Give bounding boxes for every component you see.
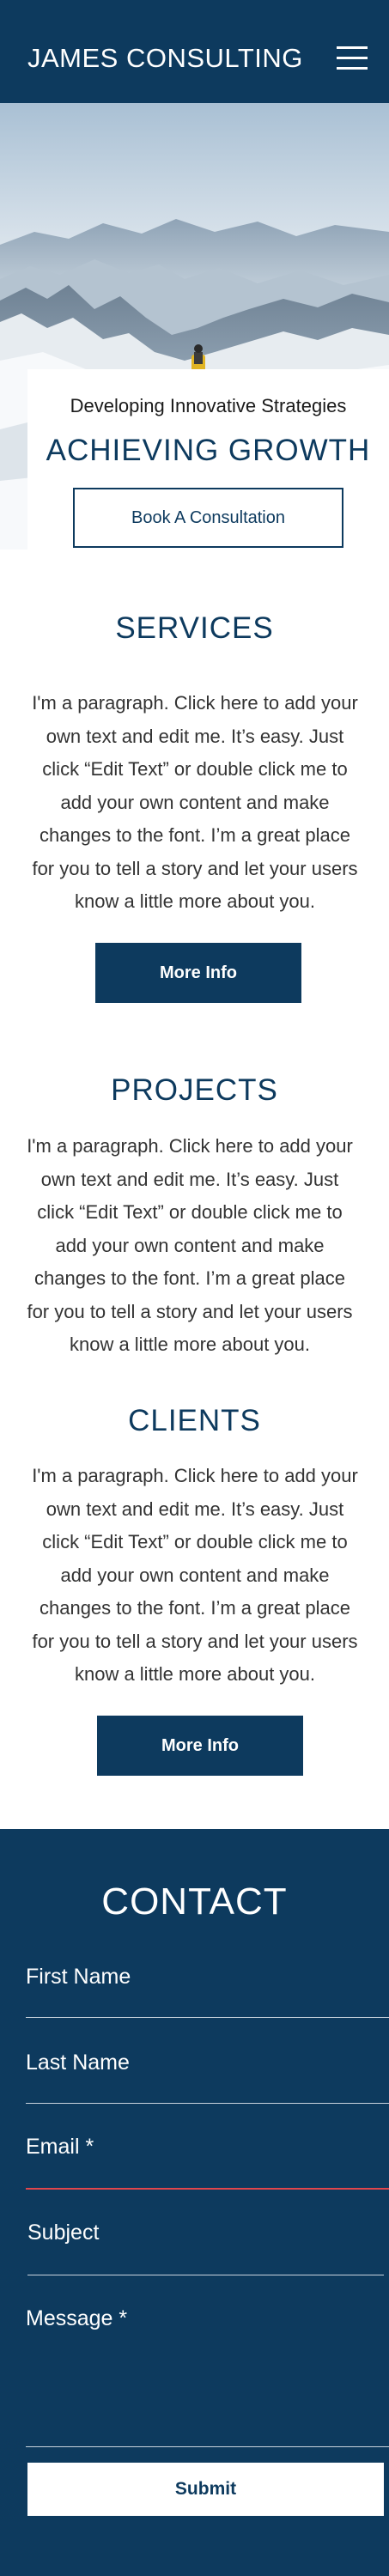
paragraph-line: own text and edit me. It’s easy. Just — [46, 1498, 344, 1520]
first-name-field[interactable]: First Name — [26, 1965, 389, 2018]
paragraph-line: click “Edit Text” or double click me to — [42, 1531, 348, 1552]
message-field[interactable]: Message * — [26, 2306, 389, 2447]
subject-label: Subject — [27, 2221, 100, 2245]
projects-paragraph: I'm a paragraph. Click here to add your … — [5, 1130, 374, 1362]
hamburger-menu-icon[interactable] — [337, 45, 368, 72]
hero-heading: ACHIEVING GROWTH — [46, 434, 371, 467]
book-consultation-button[interactable]: Book A Consultation — [73, 488, 343, 548]
paragraph-line: I'm a paragraph. Click here to add your — [27, 1135, 353, 1157]
last-name-label: Last Name — [26, 2050, 130, 2075]
last-name-field[interactable]: Last Name — [26, 2050, 389, 2104]
first-name-label: First Name — [26, 1965, 131, 1989]
paragraph-line: add your own content and make — [55, 1234, 325, 1256]
services-paragraph: I'm a paragraph. Click here to add your … — [10, 687, 380, 919]
paragraph-line: I'm a paragraph. Click here to add your — [32, 1465, 358, 1486]
paragraph-line: for you to tell a story and let your use… — [27, 1300, 353, 1322]
paragraph-line: changes to the font. I’m a great place — [33, 1267, 345, 1289]
paragraph-line: add your own content and make — [60, 1564, 330, 1586]
brand-name[interactable]: JAMES CONSULTING — [27, 43, 303, 74]
paragraph-line: click “Edit Text” or double click me to — [42, 758, 348, 780]
submit-button[interactable]: Submit — [27, 2463, 384, 2516]
message-label: Message * — [26, 2306, 128, 2330]
email-label: Email * — [26, 2135, 94, 2159]
paragraph-line: know a little more about you. — [74, 1663, 316, 1685]
paragraph-line: for you to tell a story and let your use… — [32, 857, 358, 879]
paragraph-line: know a little more about you. — [74, 890, 316, 912]
menu-line — [337, 67, 368, 70]
clients-title: CLIENTS — [128, 1404, 261, 1437]
paragraph-line: changes to the font. I’m a great place — [39, 824, 350, 846]
clients-paragraph: I'm a paragraph. Click here to add your … — [10, 1460, 380, 1692]
menu-line — [337, 57, 368, 59]
paragraph-line: own text and edit me. It’s easy. Just — [46, 725, 344, 747]
hero-card: Developing Innovative Strategies ACHIEVI… — [27, 369, 389, 644]
paragraph-line: click “Edit Text” or double click me to — [37, 1201, 343, 1223]
contact-section: CONTACT First Name Last Name Email * Sub… — [0, 1829, 389, 2576]
services-title: SERVICES — [115, 611, 274, 645]
paragraph-line: add your own content and make — [60, 791, 330, 813]
subject-field[interactable]: Subject — [27, 2221, 384, 2275]
paragraph-line: I'm a paragraph. Click here to add your — [32, 692, 358, 714]
hero-tagline: Developing Innovative Strategies — [70, 395, 347, 416]
projects-title: PROJECTS — [111, 1073, 278, 1107]
services-more-info-button[interactable]: More Info — [95, 943, 301, 1003]
paragraph-line: know a little more about you. — [69, 1334, 311, 1355]
paragraph-line: own text and edit me. It’s easy. Just — [40, 1168, 339, 1190]
menu-line — [337, 46, 368, 49]
paragraph-line: changes to the font. I’m a great place — [39, 1597, 350, 1619]
clients-more-info-button[interactable]: More Info — [97, 1716, 303, 1776]
paragraph-line: for you to tell a story and let your use… — [32, 1630, 358, 1652]
site-header: JAMES CONSULTING — [0, 0, 389, 103]
contact-title: CONTACT — [101, 1880, 288, 1923]
email-field[interactable]: Email * — [26, 2135, 389, 2190]
